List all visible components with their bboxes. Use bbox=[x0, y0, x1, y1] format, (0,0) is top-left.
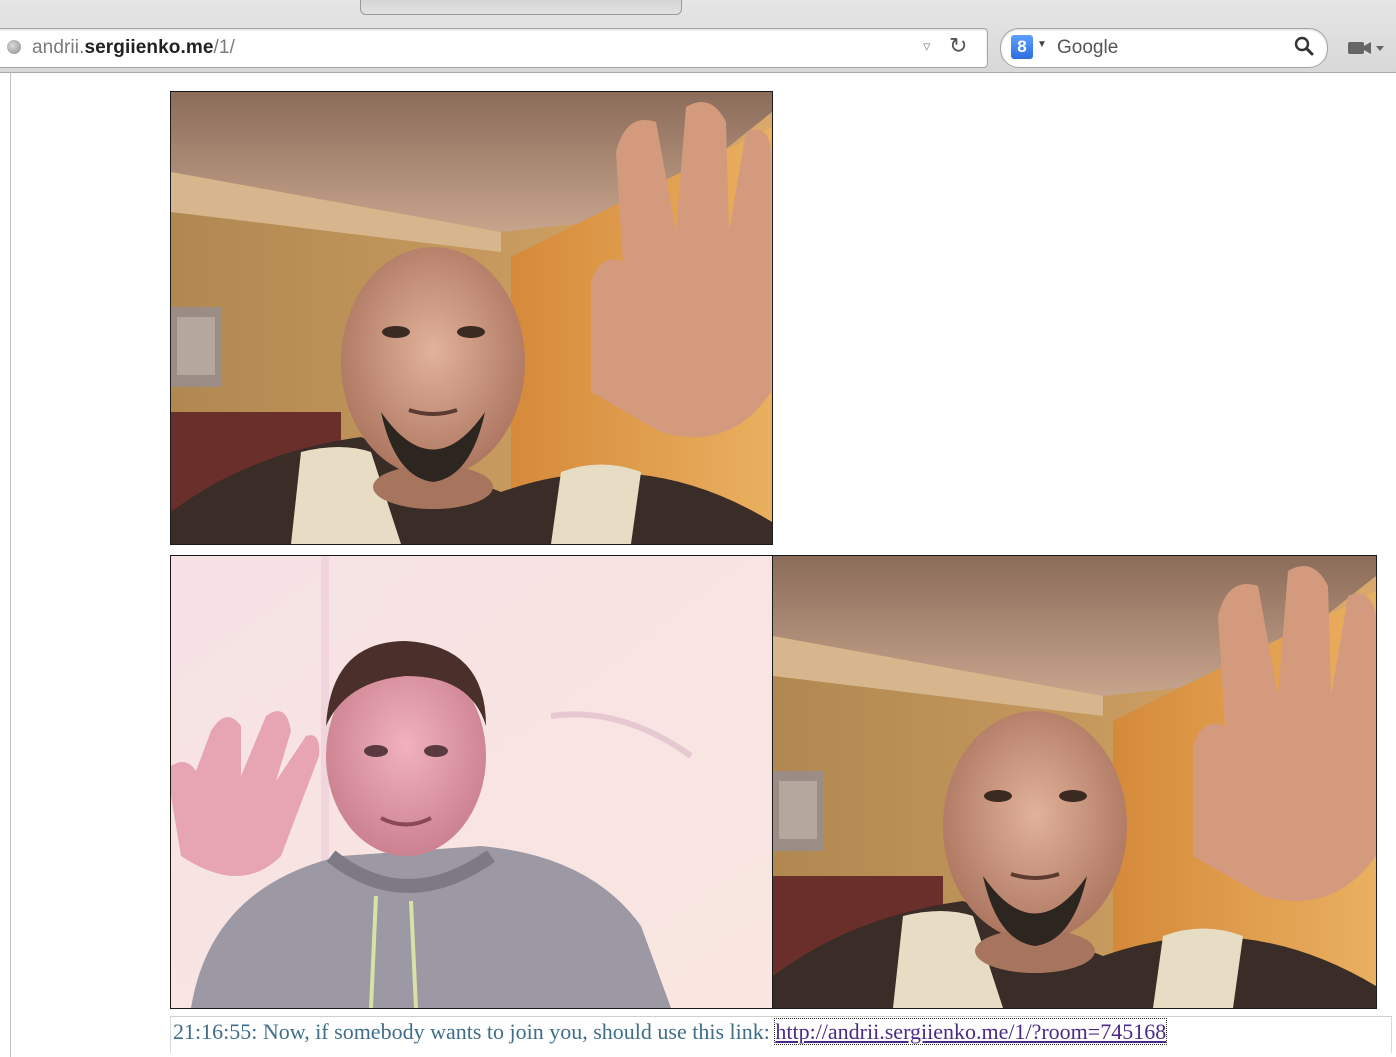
remote-video-2[interactable] bbox=[772, 555, 1377, 1009]
camera-icon[interactable] bbox=[1346, 38, 1386, 58]
local-video[interactable] bbox=[170, 91, 773, 545]
address-bar[interactable]: andrii.sergiienko.me/1/ ▿ ↻ bbox=[0, 28, 988, 68]
reload-icon[interactable]: ↻ bbox=[949, 33, 967, 59]
browser-tab[interactable] bbox=[360, 0, 682, 15]
search-icon[interactable] bbox=[1293, 35, 1315, 57]
chat-log: 21:16:55: Now, if somebody wants to join… bbox=[170, 1016, 1392, 1053]
remote-video-2-frame bbox=[773, 556, 1376, 1008]
log-message: Now, if somebody wants to join you, shou… bbox=[257, 1019, 776, 1044]
page-left-border bbox=[10, 72, 11, 1057]
site-globe-icon bbox=[7, 40, 21, 54]
remote-video-1-frame bbox=[171, 556, 773, 1008]
google-engine-icon[interactable]: 8 bbox=[1011, 35, 1033, 59]
search-bar[interactable]: 8 ▼ Google bbox=[1000, 28, 1328, 68]
local-video-frame bbox=[171, 92, 772, 544]
address-text[interactable]: andrii.sergiienko.me/1/ bbox=[32, 37, 235, 59]
log-timestamp: 21:16:55: bbox=[173, 1019, 258, 1044]
history-dropdown-icon[interactable]: ▿ bbox=[923, 37, 931, 55]
remote-video-1[interactable] bbox=[170, 555, 774, 1009]
browser-toolbar: andrii.sergiienko.me/1/ ▿ ↻ 8 ▼ Google bbox=[0, 0, 1396, 73]
search-input[interactable]: Google bbox=[1057, 37, 1118, 59]
engine-caret-icon[interactable]: ▼ bbox=[1037, 39, 1047, 50]
room-link[interactable]: http://andrii.sergiienko.me/1/?room=7451… bbox=[774, 1018, 1168, 1045]
